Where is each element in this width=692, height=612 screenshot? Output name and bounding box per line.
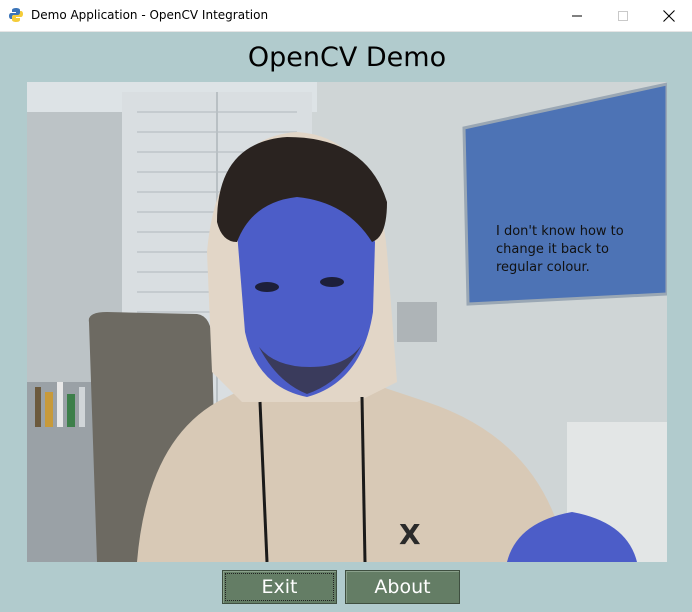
window-title: Demo Application - OpenCV Integration — [31, 8, 269, 22]
app-icon — [8, 7, 24, 23]
page-title: OpenCV Demo — [247, 42, 447, 73]
close-button[interactable] — [646, 0, 692, 31]
minimize-button[interactable] — [554, 0, 600, 31]
camera-feed: X I don't know how to change it back to … — [27, 82, 667, 562]
annotation-text: I don't know how to change it back to re… — [496, 224, 624, 275]
close-icon — [663, 9, 675, 22]
svg-text:X: X — [399, 518, 421, 551]
about-button[interactable]: About — [345, 570, 460, 604]
maximize-button[interactable] — [600, 0, 646, 31]
minimize-icon — [572, 15, 582, 16]
exit-button[interactable]: Exit — [222, 570, 337, 604]
webcam-frame-image: X — [27, 82, 667, 562]
maximize-icon — [618, 10, 628, 21]
window-titlebar[interactable]: Demo Application - OpenCV Integration — [0, 0, 692, 32]
